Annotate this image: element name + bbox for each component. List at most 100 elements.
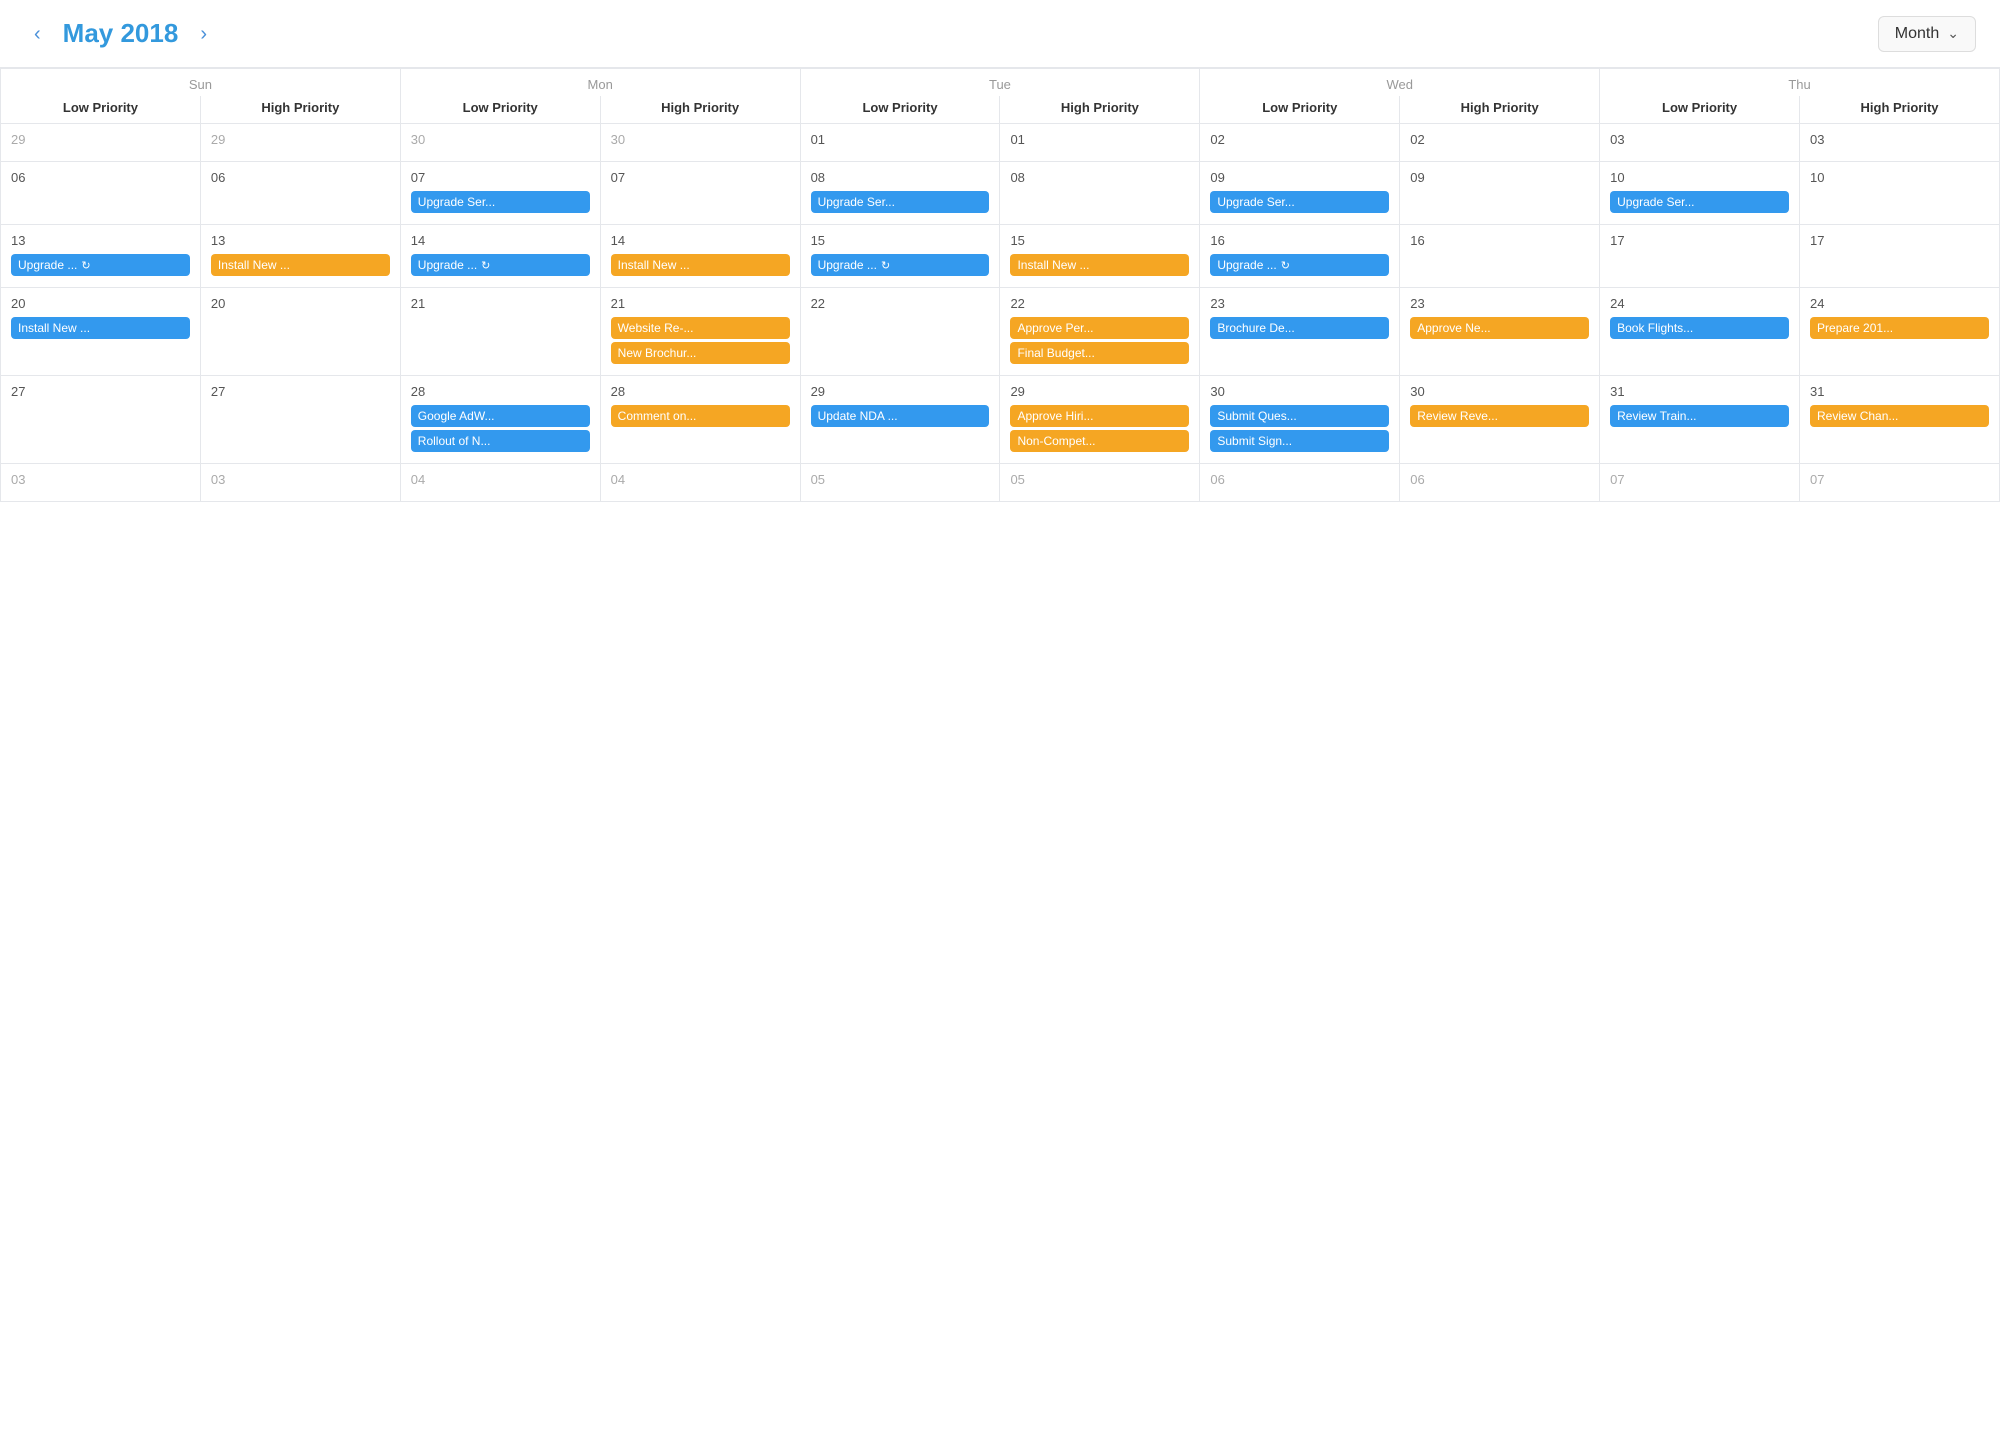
event-3-6-0[interactable]: Brochure De... bbox=[1210, 317, 1389, 339]
cell-4-9[interactable]: 31Review Chan... bbox=[1800, 376, 2000, 464]
event-2-5-0[interactable]: Install New ... bbox=[1010, 254, 1189, 276]
event-4-7-0[interactable]: Review Reve... bbox=[1410, 405, 1589, 427]
cell-0-4[interactable]: 01 bbox=[800, 124, 1000, 162]
cell-2-5[interactable]: 15Install New ... bbox=[1000, 225, 1200, 288]
cell-2-0[interactable]: 13Upgrade ...↻ bbox=[1, 225, 201, 288]
cell-2-4[interactable]: 15Upgrade ...↻ bbox=[800, 225, 1000, 288]
cell-3-8[interactable]: 24Book Flights... bbox=[1600, 288, 1800, 376]
cell-5-0[interactable]: 03 bbox=[1, 464, 201, 502]
event-3-3-0[interactable]: Website Re-... bbox=[611, 317, 790, 339]
cell-4-7[interactable]: 30Review Reve... bbox=[1400, 376, 1600, 464]
event-4-2-1[interactable]: Rollout of N... bbox=[411, 430, 590, 452]
cell-1-7[interactable]: 09 bbox=[1400, 162, 1600, 225]
cell-2-7[interactable]: 16 bbox=[1400, 225, 1600, 288]
event-4-6-0[interactable]: Submit Ques... bbox=[1210, 405, 1389, 427]
event-1-2-0[interactable]: Upgrade Ser... bbox=[411, 191, 590, 213]
cell-0-2[interactable]: 30 bbox=[400, 124, 600, 162]
cell-5-6[interactable]: 06 bbox=[1200, 464, 1400, 502]
cell-0-8[interactable]: 03 bbox=[1600, 124, 1800, 162]
cell-0-9[interactable]: 03 bbox=[1800, 124, 2000, 162]
event-2-3-0[interactable]: Install New ... bbox=[611, 254, 790, 276]
cell-5-7[interactable]: 06 bbox=[1400, 464, 1600, 502]
view-dropdown[interactable]: Month ⌄ bbox=[1878, 16, 1976, 52]
cell-3-6[interactable]: 23Brochure De... bbox=[1200, 288, 1400, 376]
cell-2-2[interactable]: 14Upgrade ...↻ bbox=[400, 225, 600, 288]
cell-4-5[interactable]: 29Approve Hiri...Non-Compet... bbox=[1000, 376, 1200, 464]
cell-1-6[interactable]: 09Upgrade Ser... bbox=[1200, 162, 1400, 225]
event-4-9-0[interactable]: Review Chan... bbox=[1810, 405, 1989, 427]
prev-month-button[interactable]: ‹ bbox=[24, 20, 51, 48]
event-4-2-0[interactable]: Google AdW... bbox=[411, 405, 590, 427]
cell-4-0[interactable]: 27 bbox=[1, 376, 201, 464]
event-3-5-1[interactable]: Final Budget... bbox=[1010, 342, 1189, 364]
event-4-6-1[interactable]: Submit Sign... bbox=[1210, 430, 1389, 452]
cell-5-8[interactable]: 07 bbox=[1600, 464, 1800, 502]
cell-3-5[interactable]: 22Approve Per...Final Budget... bbox=[1000, 288, 1200, 376]
cell-0-0[interactable]: 29 bbox=[1, 124, 201, 162]
cell-5-1[interactable]: 03 bbox=[200, 464, 400, 502]
cell-0-7[interactable]: 02 bbox=[1400, 124, 1600, 162]
event-4-3-0[interactable]: Comment on... bbox=[611, 405, 790, 427]
cell-3-2[interactable]: 21 bbox=[400, 288, 600, 376]
cell-3-1[interactable]: 20 bbox=[200, 288, 400, 376]
day-thu: Thu bbox=[1600, 69, 2000, 97]
event-2-6-0[interactable]: Upgrade ...↻ bbox=[1210, 254, 1389, 276]
cell-1-8[interactable]: 10Upgrade Ser... bbox=[1600, 162, 1800, 225]
cell-1-4[interactable]: 08Upgrade Ser... bbox=[800, 162, 1000, 225]
event-3-9-0[interactable]: Prepare 201... bbox=[1810, 317, 1989, 339]
cell-4-6[interactable]: 30Submit Ques...Submit Sign... bbox=[1200, 376, 1400, 464]
cell-5-9[interactable]: 07 bbox=[1800, 464, 2000, 502]
cell-2-1[interactable]: 13Install New ... bbox=[200, 225, 400, 288]
event-label: Comment on... bbox=[618, 409, 697, 423]
event-3-3-1[interactable]: New Brochur... bbox=[611, 342, 790, 364]
cell-0-1[interactable]: 29 bbox=[200, 124, 400, 162]
event-label: Upgrade Ser... bbox=[1617, 195, 1694, 209]
cell-3-4[interactable]: 22 bbox=[800, 288, 1000, 376]
event-4-5-1[interactable]: Non-Compet... bbox=[1010, 430, 1189, 452]
cell-1-5[interactable]: 08 bbox=[1000, 162, 1200, 225]
event-2-2-0[interactable]: Upgrade ...↻ bbox=[411, 254, 590, 276]
cell-4-1[interactable]: 27 bbox=[200, 376, 400, 464]
cell-2-8[interactable]: 17 bbox=[1600, 225, 1800, 288]
next-month-button[interactable]: › bbox=[190, 20, 217, 48]
event-1-6-0[interactable]: Upgrade Ser... bbox=[1210, 191, 1389, 213]
event-2-0-0[interactable]: Upgrade ...↻ bbox=[11, 254, 190, 276]
event-1-4-0[interactable]: Upgrade Ser... bbox=[811, 191, 990, 213]
cell-5-2[interactable]: 04 bbox=[400, 464, 600, 502]
cell-4-8[interactable]: 31Review Train... bbox=[1600, 376, 1800, 464]
cell-4-3[interactable]: 28Comment on... bbox=[600, 376, 800, 464]
cell-1-9[interactable]: 10 bbox=[1800, 162, 2000, 225]
event-4-8-0[interactable]: Review Train... bbox=[1610, 405, 1789, 427]
event-3-7-0[interactable]: Approve Ne... bbox=[1410, 317, 1589, 339]
cell-3-0[interactable]: 20Install New ... bbox=[1, 288, 201, 376]
cell-3-3[interactable]: 21Website Re-...New Brochur... bbox=[600, 288, 800, 376]
date-number: 21 bbox=[411, 296, 590, 311]
cell-1-0[interactable]: 06 bbox=[1, 162, 201, 225]
cell-1-1[interactable]: 06 bbox=[200, 162, 400, 225]
cell-4-4[interactable]: 29Update NDA ... bbox=[800, 376, 1000, 464]
cell-4-2[interactable]: 28Google AdW...Rollout of N... bbox=[400, 376, 600, 464]
cell-2-6[interactable]: 16Upgrade ...↻ bbox=[1200, 225, 1400, 288]
event-3-5-0[interactable]: Approve Per... bbox=[1010, 317, 1189, 339]
cell-0-5[interactable]: 01 bbox=[1000, 124, 1200, 162]
event-4-5-0[interactable]: Approve Hiri... bbox=[1010, 405, 1189, 427]
cell-5-3[interactable]: 04 bbox=[600, 464, 800, 502]
cell-0-6[interactable]: 02 bbox=[1200, 124, 1400, 162]
event-2-4-0[interactable]: Upgrade ...↻ bbox=[811, 254, 990, 276]
cell-3-9[interactable]: 24Prepare 201... bbox=[1800, 288, 2000, 376]
cell-1-3[interactable]: 07 bbox=[600, 162, 800, 225]
cell-1-2[interactable]: 07Upgrade Ser... bbox=[400, 162, 600, 225]
event-4-4-0[interactable]: Update NDA ... bbox=[811, 405, 990, 427]
cell-2-9[interactable]: 17 bbox=[1800, 225, 2000, 288]
cell-0-3[interactable]: 30 bbox=[600, 124, 800, 162]
week-row-2: 13Upgrade ...↻13Install New ...14Upgrade… bbox=[1, 225, 2000, 288]
cell-5-4[interactable]: 05 bbox=[800, 464, 1000, 502]
cell-5-5[interactable]: 05 bbox=[1000, 464, 1200, 502]
cell-2-3[interactable]: 14Install New ... bbox=[600, 225, 800, 288]
recurring-icon: ↻ bbox=[481, 259, 490, 272]
cell-3-7[interactable]: 23Approve Ne... bbox=[1400, 288, 1600, 376]
event-2-1-0[interactable]: Install New ... bbox=[211, 254, 390, 276]
event-1-8-0[interactable]: Upgrade Ser... bbox=[1610, 191, 1789, 213]
event-3-8-0[interactable]: Book Flights... bbox=[1610, 317, 1789, 339]
event-3-0-0[interactable]: Install New ... bbox=[11, 317, 190, 339]
